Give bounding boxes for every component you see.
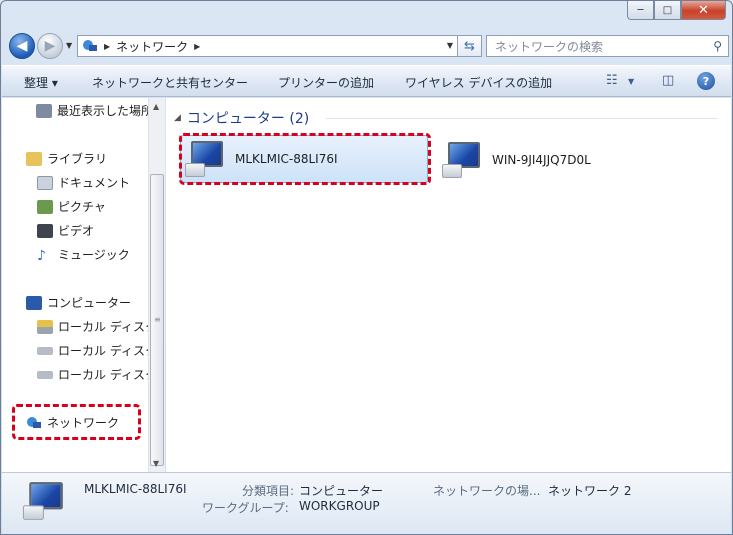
computer-item-win[interactable]: WIN-9JI4JJQ7D0L <box>438 137 638 183</box>
breadcrumb-separator-icon[interactable]: ▶ <box>104 42 110 51</box>
file-list: ◢ コンピューター (2) MLKLMIC-88LI76I WIN-9JI4JJ… <box>166 98 731 472</box>
video-icon <box>37 223 53 238</box>
navigation-pane: 最近表示した場所 ライブラリ ドキュメント ピクチャ ビデオ ♪ ミュージック … <box>2 98 148 472</box>
sidebar-item-libraries[interactable]: ライブラリ <box>26 150 107 167</box>
recent-places-icon <box>36 103 52 118</box>
computer-name: WIN-9JI4JJQ7D0L <box>492 153 591 167</box>
refresh-button[interactable]: ⇆ <box>458 35 482 57</box>
sidebar-item-label: コンピューター <box>47 296 132 310</box>
details-pane: MLKLMIC-88LI76I 分類項目: コンピューター ネットワークの場..… <box>2 472 731 534</box>
refresh-icon: ⇆ <box>464 38 475 54</box>
explorer-window: ─ □ ✕ ◀ ▶ ▼ ▶ ネットワーク ▶ ▼ ⇆ ネットワークの検索 ⚲ 整… <box>0 0 733 535</box>
workgroup-label: ワークグループ: <box>202 501 289 515</box>
collapse-group-icon[interactable]: ◢ <box>174 113 181 123</box>
sidebar-item-videos[interactable]: ビデオ <box>37 222 94 239</box>
sidebar-item-label: ローカル ディスク <box>58 344 148 358</box>
network-icon <box>83 40 97 51</box>
group-divider <box>326 118 718 119</box>
sidebar-item-pictures[interactable]: ピクチャ <box>37 198 106 215</box>
sidebar-item-computer[interactable]: コンピューター <box>26 294 131 311</box>
category-label: 分類項目: <box>242 484 295 498</box>
organize-menu[interactable]: 整理 ▾ <box>24 74 58 91</box>
music-icon: ♪ <box>37 247 46 264</box>
sidebar-item-label: 最近表示した場所 <box>57 104 148 118</box>
sidebar-item-label: ローカル ディスク <box>58 368 148 382</box>
sidebar-item-recent-places[interactable]: 最近表示した場所 <box>36 102 148 119</box>
sidebar-item-label: ローカル ディスク <box>58 320 148 334</box>
highlight-computer <box>179 133 431 185</box>
network-sharing-center-button[interactable]: ネットワークと共有センター <box>92 74 248 91</box>
sidebar-item-local-disk-d[interactable]: ローカル ディスク <box>37 342 148 359</box>
recent-pages-dropdown-icon[interactable]: ▼ <box>66 41 72 50</box>
close-button[interactable]: ✕ <box>681 1 726 20</box>
breadcrumb-network[interactable]: ネットワーク <box>116 38 188 55</box>
pictures-icon <box>37 199 53 214</box>
disk-icon <box>37 346 53 355</box>
back-arrow-icon: ◀ <box>16 38 28 54</box>
command-bar: 整理 ▾ ネットワークと共有センター プリンターの追加 ワイヤレス デバイスの追… <box>2 65 731 97</box>
group-header-computers[interactable]: ◢ コンピューター (2) <box>174 108 309 128</box>
system-disk-icon <box>37 319 53 334</box>
address-bar[interactable]: ▶ ネットワーク ▶ ▼ <box>77 35 458 57</box>
caption-buttons: ─ □ ✕ <box>627 1 726 20</box>
forward-arrow-icon: ▶ <box>44 38 56 54</box>
preview-pane-icon[interactable]: ◫ <box>662 73 674 88</box>
scroll-down-icon[interactable]: ▼ <box>153 459 159 468</box>
grip-icon: ≡ <box>154 315 161 324</box>
scroll-up-icon[interactable]: ▲ <box>153 102 159 111</box>
document-icon <box>37 175 53 190</box>
address-dropdown-icon[interactable]: ▼ <box>447 41 453 50</box>
group-title: コンピューター (2) <box>186 111 310 127</box>
navigation-scrollbar[interactable]: ▲ ≡ ▼ <box>148 98 165 472</box>
add-wireless-device-button[interactable]: ワイヤレス デバイスの追加 <box>405 74 552 91</box>
search-icon[interactable]: ⚲ <box>713 39 722 53</box>
breadcrumb-separator-icon[interactable]: ▶ <box>194 42 200 51</box>
sidebar-item-documents[interactable]: ドキュメント <box>37 174 130 191</box>
sidebar-item-local-disk-e[interactable]: ローカル ディスク <box>37 366 148 383</box>
change-view-icon[interactable]: ☷ <box>606 73 618 88</box>
back-button[interactable]: ◀ <box>9 33 35 59</box>
sidebar-item-local-disk-c[interactable]: ローカル ディスク <box>37 318 148 335</box>
search-input[interactable]: ネットワークの検索 ⚲ <box>486 35 729 57</box>
sidebar-item-label: ライブラリ <box>47 152 108 166</box>
sidebar-item-label: ミュージック <box>58 248 130 262</box>
computer-icon <box>22 480 67 522</box>
forward-button[interactable]: ▶ <box>37 33 63 59</box>
sidebar-item-label: ビデオ <box>58 224 95 238</box>
network-location-value: ネットワーク 2 <box>548 484 632 498</box>
navigation-bar: ◀ ▶ ▼ ▶ ネットワーク ▶ ▼ ⇆ ネットワークの検索 ⚲ <box>7 31 729 61</box>
computer-icon <box>442 140 484 180</box>
help-button[interactable]: ? <box>697 72 715 90</box>
details-name: MLKLMIC-88LI76I <box>84 482 187 496</box>
computer-icon <box>26 295 42 310</box>
scrollbar-thumb[interactable]: ≡ <box>150 174 164 466</box>
sidebar-item-label: ドキュメント <box>58 176 131 190</box>
network-location-label: ネットワークの場... <box>433 484 541 498</box>
view-dropdown-icon[interactable]: ▼ <box>628 77 634 86</box>
minimize-button[interactable]: ─ <box>627 1 654 20</box>
search-placeholder: ネットワークの検索 <box>495 39 604 54</box>
highlight-network <box>12 404 141 440</box>
disk-icon <box>37 370 53 379</box>
sidebar-item-label: ピクチャ <box>58 200 106 214</box>
workgroup-value: WORKGROUP <box>299 499 380 513</box>
add-printer-button[interactable]: プリンターの追加 <box>278 74 374 91</box>
library-folder-icon <box>26 151 42 166</box>
maximize-button[interactable]: □ <box>654 1 681 20</box>
category-value: コンピューター <box>299 484 384 498</box>
sidebar-item-music[interactable]: ♪ ミュージック <box>37 246 130 264</box>
